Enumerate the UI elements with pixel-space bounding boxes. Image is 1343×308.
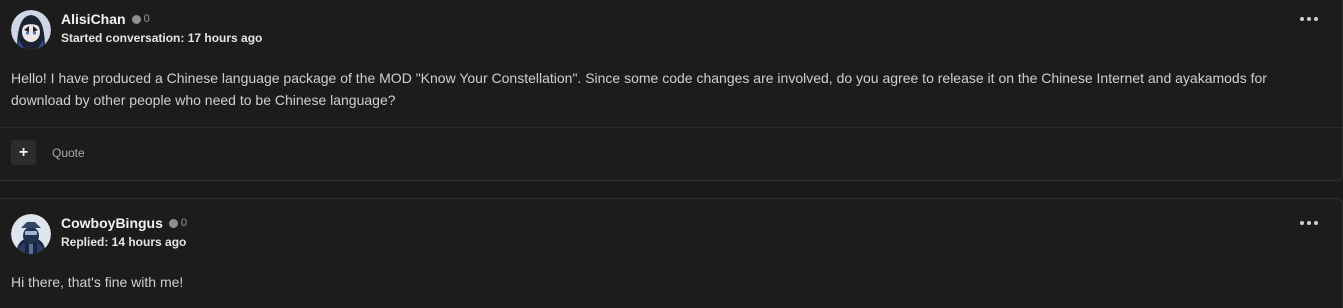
avatar[interactable] — [11, 214, 51, 254]
more-dots-icon — [1300, 17, 1304, 21]
status-dot-icon — [131, 14, 141, 24]
armored-figure-avatar-icon — [11, 214, 51, 254]
more-dots-icon — [1307, 221, 1311, 225]
anime-girl-avatar-icon — [11, 10, 51, 50]
avatar[interactable] — [11, 10, 51, 50]
more-dots-icon — [1314, 17, 1318, 21]
more-options-button[interactable] — [1300, 13, 1318, 25]
post-meta: Replied: 14 hours ago — [61, 235, 187, 249]
author-line: AlisiChan 0 — [61, 11, 150, 27]
more-dots-icon — [1314, 221, 1318, 225]
divider — [0, 127, 1342, 128]
add-reaction-button[interactable]: + — [11, 140, 36, 165]
author-name[interactable]: AlisiChan — [61, 11, 126, 27]
more-dots-icon — [1307, 17, 1311, 21]
more-dots-icon — [1300, 221, 1304, 225]
status-count: 0 — [180, 217, 188, 229]
status-dot-icon — [168, 218, 178, 228]
post-body: Hello! I have produced a Chinese languag… — [11, 70, 1267, 108]
post-body: Hi there, that's fine with me! — [11, 274, 184, 290]
plus-icon: + — [18, 143, 29, 161]
more-options-button[interactable] — [1300, 217, 1318, 229]
status-count: 0 — [143, 13, 150, 25]
author-name[interactable]: CowboyBingus — [61, 215, 163, 231]
conversation-post: AlisiChan 0 Started conversation: 17 hou… — [0, 0, 1343, 181]
author-line: CowboyBingus 0 — [61, 215, 187, 231]
quote-button[interactable]: Quote — [52, 146, 85, 160]
post-meta: Started conversation: 17 hours ago — [61, 31, 263, 45]
conversation-reply: CowboyBingus 0 Replied: 14 hours ago Hi … — [0, 198, 1343, 308]
